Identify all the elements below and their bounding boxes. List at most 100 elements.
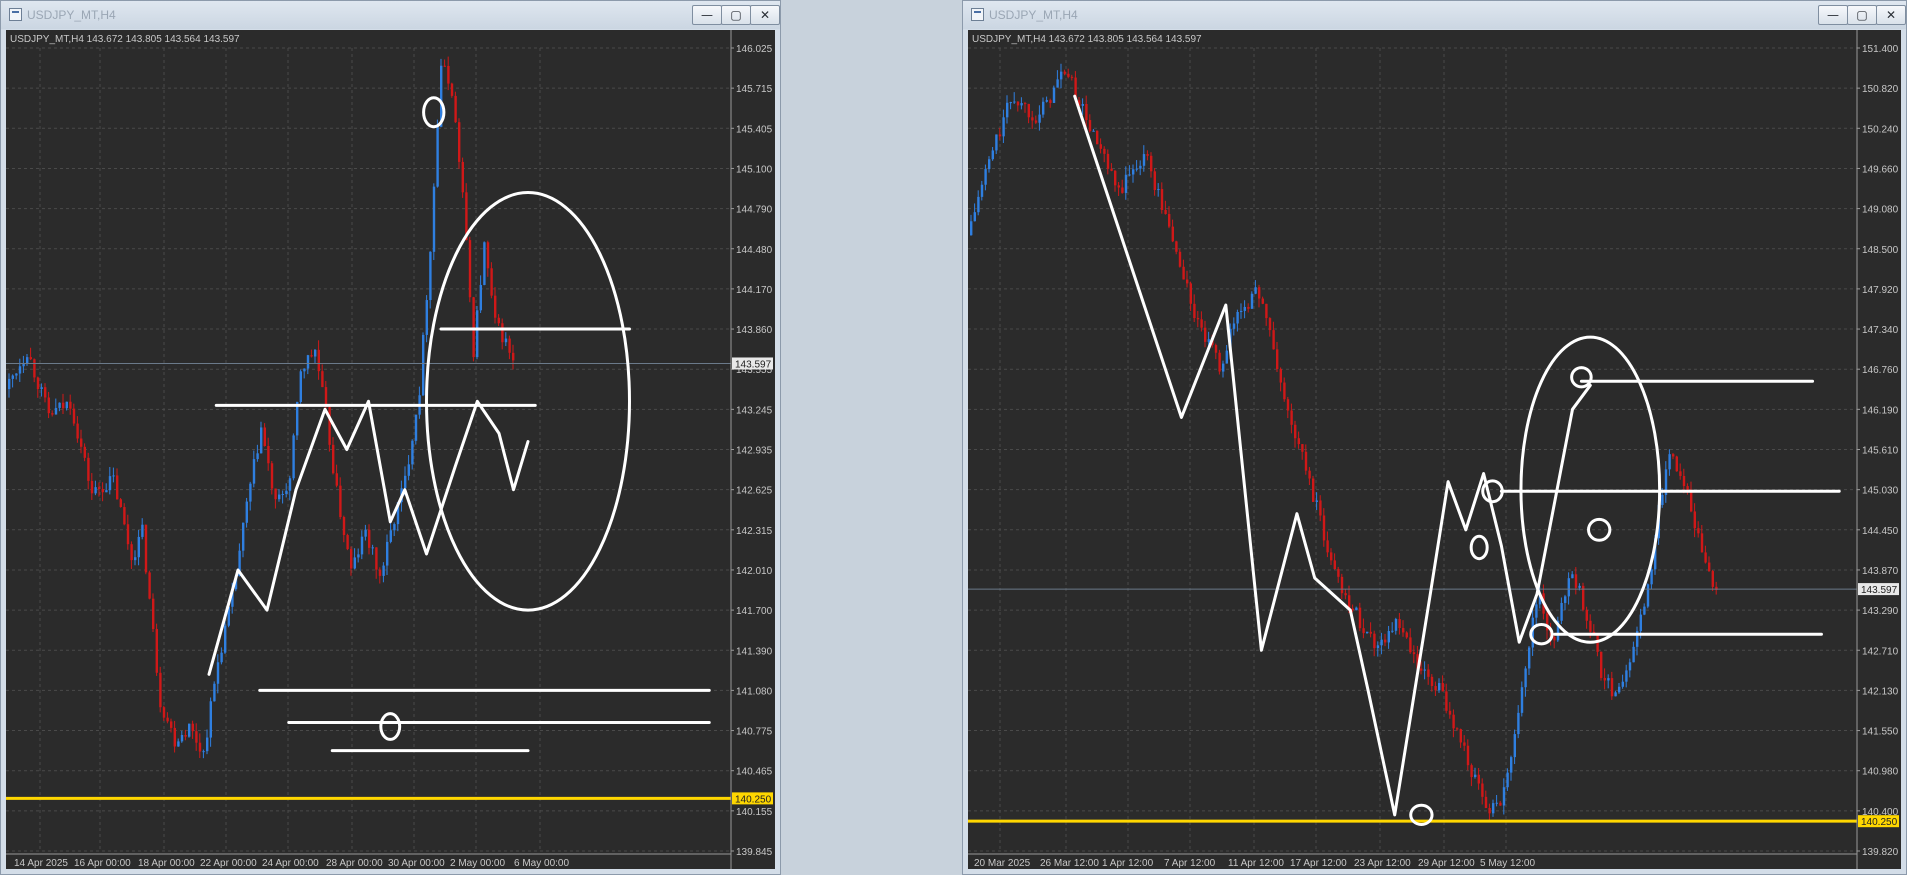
maximize-button[interactable]: ▢ (721, 5, 751, 25)
title-bar[interactable]: USDJPY_MT,H4 — ▢ ✕ (963, 1, 1906, 29)
candle-body (393, 524, 396, 531)
candle (116, 468, 119, 500)
candle-body (1200, 319, 1203, 328)
candle-body (378, 569, 382, 576)
candle-body (1488, 807, 1491, 814)
candle-body (512, 352, 515, 361)
candle-body (375, 547, 378, 570)
candle-body (108, 476, 112, 491)
candle-body (483, 242, 486, 285)
chart-canvas[interactable]: 146.025 145.715 145.405 145.100 144.790 144.4… (6, 30, 775, 869)
chart-window-icon (9, 8, 22, 21)
candle (29, 347, 32, 361)
candle (213, 681, 216, 702)
chart-window-left[interactable]: USDJPY_MT,H4 — ▢ ✕ 146.025 145.715 145.405… (0, 0, 781, 875)
close-button[interactable]: ✕ (1876, 5, 1906, 25)
candle-body (116, 475, 119, 500)
candle-body (1164, 210, 1167, 215)
time-tick-label: 7 Apr 12:00 (1164, 858, 1216, 869)
candle-body (1682, 475, 1686, 487)
circle-drawing[interactable] (1469, 534, 1489, 561)
price-chart[interactable]: 151.400 150.820 150.240 149.660 149.080 148.5… (968, 30, 1901, 869)
close-button[interactable]: ✕ (750, 5, 780, 25)
candle (1139, 160, 1142, 176)
candle-body (1412, 652, 1416, 655)
candle-body (1031, 117, 1034, 121)
candle (112, 467, 115, 483)
candle-body (1675, 456, 1678, 472)
candle (1621, 674, 1624, 689)
candle (479, 275, 482, 314)
candle (1445, 683, 1448, 714)
candle (1560, 597, 1563, 625)
candle (1243, 300, 1246, 319)
candle-body (1524, 668, 1527, 688)
candle-body (1279, 369, 1282, 383)
candle (296, 401, 299, 441)
candle (285, 483, 288, 498)
candle (1664, 461, 1668, 503)
circle-drawing[interactable] (1481, 479, 1504, 504)
candle-body (1693, 511, 1696, 529)
candle (988, 156, 991, 173)
candle (1106, 149, 1110, 175)
title-bar[interactable]: USDJPY_MT,H4 — ▢ ✕ (1, 1, 780, 29)
candle-body (1214, 345, 1218, 353)
minimize-button[interactable]: — (1818, 5, 1848, 25)
price-chart[interactable]: 146.025 145.715 145.405 145.100 144.790 144.4… (6, 30, 775, 869)
candle (1481, 778, 1484, 805)
zigzag-drawing[interactable] (1073, 94, 1592, 817)
candle (1146, 150, 1149, 161)
candle-body (1060, 71, 1063, 80)
current-price-label: 143.597 (1861, 585, 1898, 596)
chart-canvas[interactable]: 151.400 150.820 150.240 149.660 149.080 148.5… (968, 30, 1901, 869)
candle (83, 443, 86, 462)
candle (148, 570, 151, 600)
candle-body (1099, 144, 1102, 149)
candle-body (353, 557, 356, 569)
candle (1283, 377, 1286, 402)
candle-body (1690, 489, 1693, 512)
price-tick-label: 144.170 (736, 285, 773, 296)
candle-body (8, 378, 11, 390)
price-tick-label: 144.480 (736, 245, 773, 256)
candle-body (26, 357, 29, 364)
candle-body (1585, 609, 1588, 621)
chart-window-right[interactable]: USDJPY_MT,H4 — ▢ ✕ 151.400 150.820 150.240… (962, 0, 1907, 875)
candle-body (472, 297, 475, 358)
candle-body (87, 457, 90, 481)
candle (1373, 630, 1376, 657)
price-tick-label: 145.715 (736, 84, 773, 95)
time-tick-label: 16 Apr 00:00 (74, 858, 131, 869)
price-tick-label: 145.030 (1862, 486, 1899, 497)
candle-body (1456, 728, 1459, 730)
candle-body (263, 427, 266, 447)
candle-body (995, 134, 998, 151)
circle-drawing[interactable] (1570, 366, 1593, 389)
candle (26, 353, 29, 366)
candle (1322, 508, 1326, 547)
candle-body (1286, 399, 1290, 411)
time-tick-label: 1 Apr 12:00 (1102, 858, 1154, 869)
candle (458, 118, 461, 169)
maximize-button[interactable]: ▢ (1847, 5, 1877, 25)
candle (1715, 581, 1718, 595)
price-tick-label: 139.820 (1862, 847, 1899, 858)
price-tick-label: 142.935 (736, 446, 773, 457)
candle-body (1474, 774, 1477, 778)
candle-body (170, 721, 173, 728)
circle-drawing[interactable] (379, 712, 402, 741)
candle-body (1002, 117, 1005, 137)
ellipse-drawing[interactable] (425, 191, 631, 612)
price-tick-label: 140.980 (1862, 767, 1899, 778)
candle-body (83, 446, 86, 458)
candle-body (447, 65, 450, 84)
candle-body (29, 357, 32, 360)
minimize-button[interactable]: — (692, 5, 722, 25)
candle-body (1258, 287, 1261, 299)
candle-body (479, 284, 482, 311)
candle-body (1470, 765, 1473, 778)
candle (1027, 103, 1030, 124)
candle (278, 489, 281, 502)
candle-body (44, 387, 47, 398)
